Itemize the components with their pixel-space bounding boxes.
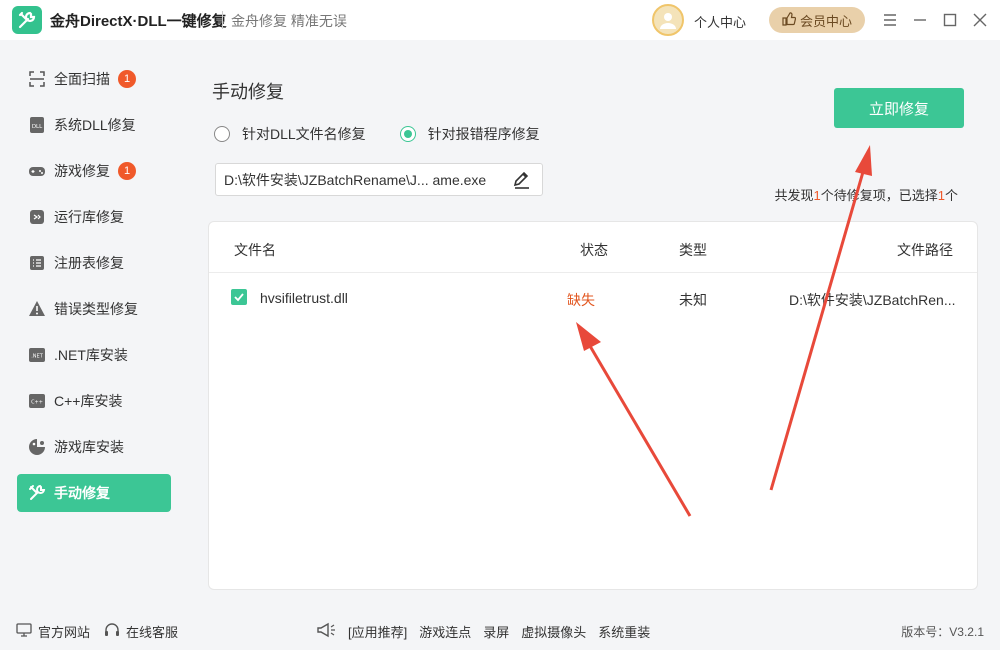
repair-mode-options: 针对DLL文件名修复 针对报错程序修复 — [214, 124, 540, 144]
footer-link-screen-record[interactable]: 录屏 — [483, 622, 509, 641]
official-site-link[interactable]: 官方网站 — [16, 622, 90, 641]
sidebar-item-label: 手动修复 — [54, 485, 110, 501]
sidebar-item-label: 注册表修复 — [54, 255, 124, 271]
row-file-name: hvsifiletrust.dll — [260, 290, 348, 306]
main-panel: 手动修复 针对DLL文件名修复 针对报错程序修复 D:\软件安装\JZBatch… — [188, 40, 1000, 610]
sidebar-item-runtime-repair[interactable]: 运行库修复 — [17, 198, 171, 236]
footer-link-system-reinstall[interactable]: 系统重装 — [598, 622, 650, 641]
results-table: 文件名 状态 类型 文件路径 hvsifiletrust.dll 缺失 未知 D… — [208, 221, 978, 590]
sidebar-item-label: 运行库修复 — [54, 209, 124, 225]
count-badge: 1 — [118, 70, 136, 88]
monitor-icon — [16, 623, 32, 640]
footer: 官方网站 在线客服 [应用推荐] 游戏连点 录屏 虚拟摄像头 系统重装 版本号：… — [0, 610, 1000, 650]
megaphone-icon — [316, 622, 336, 641]
vip-center-button[interactable]: 会员中心 — [769, 7, 865, 33]
registry-icon — [27, 253, 47, 273]
repair-now-button[interactable]: 立即修复 — [834, 88, 964, 128]
radio-program[interactable] — [399, 126, 416, 142]
program-path-value: D:\软件安装\JZBatchRename\J... ame.exe — [224, 171, 487, 188]
svg-text:C++: C++ — [31, 400, 43, 406]
dll-icon: DLL — [27, 115, 47, 135]
maximize-icon[interactable] — [940, 10, 960, 30]
sidebar-item-cpp-install[interactable]: C++ C++库安装 — [17, 382, 171, 420]
sidebar: 全面扫描 1 DLL 系统DLL修复 游戏修复 1 运行库修复 注册表修复 错误… — [0, 40, 188, 610]
sidebar-item-label: 系统DLL修复 — [54, 117, 136, 133]
sidebar-item-error-type-repair[interactable]: 错误类型修复 — [17, 290, 171, 328]
sidebar-item-dotnet-install[interactable]: .NET .NET库安装 — [17, 336, 171, 374]
game-lib-icon — [27, 437, 47, 457]
count-badge: 1 — [118, 162, 136, 180]
title-bar: 金舟DirectX·DLL一键修复 金舟修复 精准无误 个人中心 会员中心 — [0, 0, 1000, 40]
sidebar-item-label: 全面扫描 — [54, 71, 110, 87]
close-icon[interactable] — [970, 10, 990, 30]
svg-text:DLL: DLL — [32, 124, 43, 130]
app-title: 金舟DirectX·DLL一键修复 — [50, 13, 227, 30]
row-checkbox[interactable] — [231, 289, 247, 305]
app-logo-icon — [12, 6, 42, 34]
column-header-status: 状态 — [580, 242, 608, 258]
profile-link[interactable]: 个人中心 — [694, 12, 746, 31]
tools-icon — [27, 483, 47, 503]
sidebar-item-game-repair[interactable]: 游戏修复 1 — [17, 152, 171, 190]
column-header-name: 文件名 — [234, 242, 276, 258]
minimize-icon[interactable] — [910, 10, 930, 30]
online-service-link[interactable]: 在线客服 — [104, 622, 178, 641]
header-divider — [209, 272, 977, 273]
footer-link-game-clicker[interactable]: 游戏连点 — [419, 622, 471, 641]
thumbs-up-icon — [782, 11, 797, 29]
sidebar-item-label: 游戏库安装 — [54, 439, 124, 455]
app-subtitle: 金舟修复 精准无误 — [231, 13, 347, 29]
scan-icon — [27, 69, 47, 89]
row-path: D:\软件安装\JZBatchRen... — [789, 292, 956, 308]
svg-text:.NET: .NET — [31, 354, 43, 360]
avatar[interactable] — [652, 4, 684, 36]
found-summary: 共发现1个待修复项，已选择1个 — [774, 188, 958, 203]
column-header-type: 类型 — [679, 242, 707, 258]
sidebar-item-registry-repair[interactable]: 注册表修复 — [17, 244, 171, 282]
sidebar-item-manual-repair[interactable]: 手动修复 — [17, 474, 171, 512]
dotnet-icon: .NET — [27, 345, 47, 365]
app-recommend-section: [应用推荐] 游戏连点 录屏 虚拟摄像头 系统重装 — [316, 622, 650, 641]
sidebar-item-label: .NET库安装 — [54, 347, 128, 363]
sidebar-item-label: 错误类型修复 — [54, 301, 138, 317]
radio-program-label[interactable]: 针对报错程序修复 — [428, 124, 540, 144]
cpp-icon: C++ — [27, 391, 47, 411]
page-title: 手动修复 — [212, 82, 284, 102]
gamepad-icon — [27, 161, 47, 181]
sidebar-item-label: C++库安装 — [54, 393, 123, 409]
runtime-icon — [27, 207, 47, 227]
sidebar-item-label: 游戏修复 — [54, 163, 110, 179]
title-divider — [222, 11, 223, 29]
sidebar-item-full-scan[interactable]: 全面扫描 1 — [17, 60, 171, 98]
warning-icon — [27, 299, 47, 319]
program-path-field[interactable]: D:\软件安装\JZBatchRename\J... ame.exe — [215, 163, 543, 196]
row-status: 缺失 — [567, 292, 595, 308]
version-label: 版本号：V3.2.1 — [901, 625, 984, 639]
row-type: 未知 — [679, 292, 707, 308]
radio-dll-name[interactable] — [214, 126, 230, 142]
headset-icon — [104, 622, 120, 641]
sidebar-item-game-lib-install[interactable]: 游戏库安装 — [17, 428, 171, 466]
column-header-path: 文件路径 — [897, 242, 953, 258]
radio-dll-name-label[interactable]: 针对DLL文件名修复 — [242, 124, 366, 144]
footer-link-virtual-camera[interactable]: 虚拟摄像头 — [521, 622, 586, 641]
sidebar-item-system-dll[interactable]: DLL 系统DLL修复 — [17, 106, 171, 144]
vip-center-label: 会员中心 — [799, 13, 852, 29]
menu-icon[interactable] — [880, 10, 900, 30]
edit-icon[interactable] — [512, 170, 532, 193]
